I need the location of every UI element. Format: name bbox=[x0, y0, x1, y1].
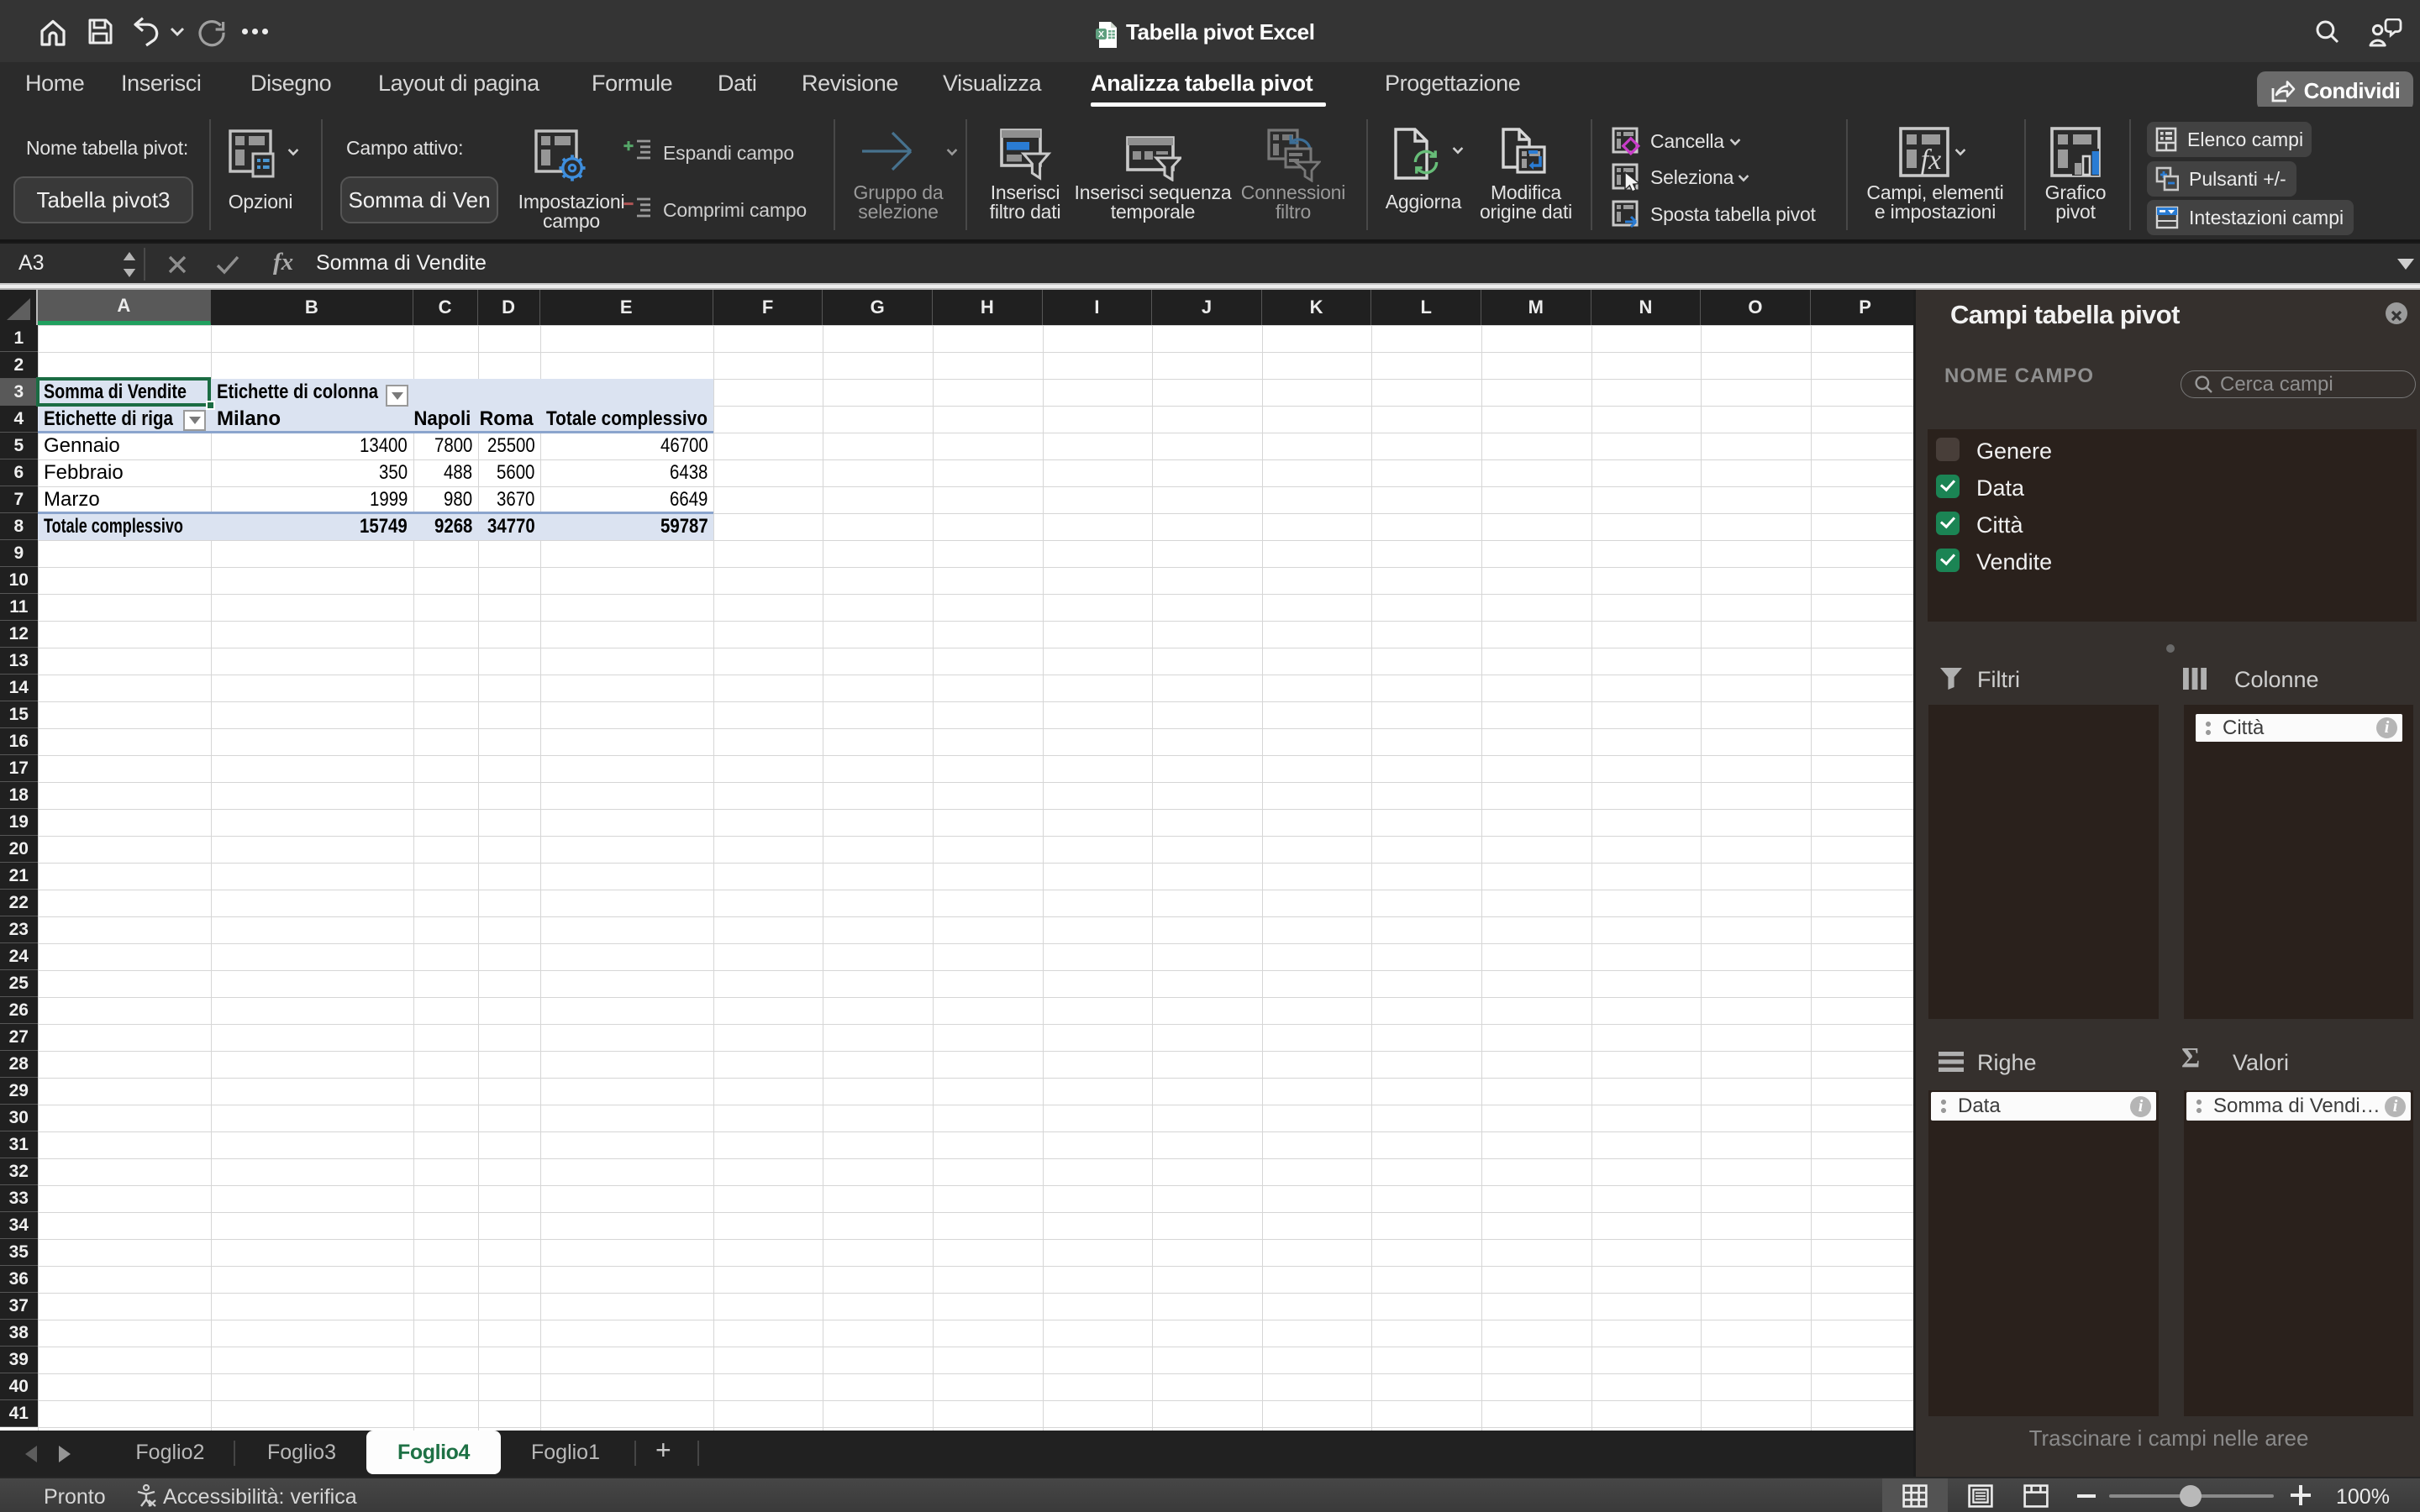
svg-text:X: X bbox=[1098, 29, 1104, 39]
svg-text:fx: fx bbox=[1921, 144, 1942, 176]
